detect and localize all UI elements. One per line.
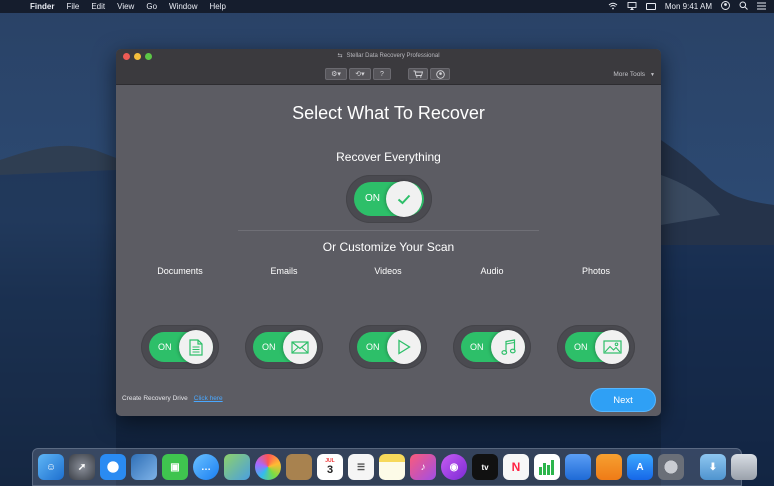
stellar-recovery-window: ⇆ Stellar Data Recovery Professional ⚙▾ ⟲…: [116, 49, 661, 416]
apple-tv-label: tv: [481, 462, 489, 472]
account-icon[interactable]: [430, 68, 450, 80]
category-label-audio: Audio: [480, 266, 504, 276]
next-button[interactable]: Next: [590, 388, 656, 412]
window-title-bar-label: ⇆ Stellar Data Recovery Professional: [116, 52, 661, 59]
menu-item-go[interactable]: Go: [146, 2, 157, 11]
section-divider: [238, 230, 539, 231]
photos-toggle-frame: ON: [557, 325, 635, 369]
image-icon: [595, 330, 629, 364]
safari-icon[interactable]: [100, 454, 126, 480]
menu-clock[interactable]: Mon 9:41 AM: [665, 2, 712, 11]
recover-everything-toggle[interactable]: ON: [354, 181, 424, 217]
back-arrow-icon[interactable]: ⇆: [337, 53, 342, 59]
podcasts-icon[interactable]: ◉: [441, 454, 467, 480]
toolbar-settings-group: ⚙▾ ⟲▾ ?: [325, 68, 391, 80]
toggle-on-label: ON: [365, 193, 380, 204]
menu-item-help[interactable]: Help: [209, 2, 225, 11]
airplay-icon[interactable]: [627, 1, 637, 12]
audio-toggle[interactable]: ON: [461, 330, 525, 364]
recover-everything-label: Recover Everything: [336, 150, 441, 164]
calendar-icon[interactable]: JUL 3: [317, 454, 343, 480]
recovery-drive-footer: Create Recovery Drive Click here: [122, 395, 223, 402]
dock: ☺ ➚ ▣ … JUL 3 ☰ ♪ ◉ tv N A ⬇: [32, 448, 757, 486]
videos-toggle-frame: ON: [349, 325, 427, 369]
spotlight-search-icon[interactable]: [739, 1, 748, 12]
messages-icon[interactable]: …: [193, 454, 219, 480]
photos-app-icon[interactable]: [255, 454, 281, 480]
trash-icon[interactable]: [731, 454, 757, 480]
finder-icon[interactable]: ☺: [38, 454, 64, 480]
history-button[interactable]: ⟲▾: [349, 68, 371, 80]
toggle-on-label: ON: [158, 342, 172, 352]
photos-toggle[interactable]: ON: [565, 330, 629, 364]
more-tools-caret-icon: ▼: [650, 72, 655, 78]
menu-extras: Mon 9:41 AM: [608, 1, 766, 12]
documents-toggle[interactable]: ON: [149, 330, 213, 364]
documents-toggle-frame: ON: [141, 325, 219, 369]
menu-bar: Finder File Edit View Go Window Help Mon…: [0, 0, 774, 13]
toggle-on-label: ON: [262, 342, 276, 352]
category-label-photos: Photos: [581, 266, 611, 276]
recover-everything-toggle-frame: ON: [346, 175, 432, 223]
envelope-icon: [283, 330, 317, 364]
photo-booth-icon[interactable]: [131, 454, 157, 480]
more-tools-menu[interactable]: More Tools ▼: [613, 71, 655, 78]
title-bar: ⇆ Stellar Data Recovery Professional ⚙▾ ⟲…: [116, 49, 661, 85]
notes-icon[interactable]: [379, 454, 405, 480]
click-here-link[interactable]: Click here: [194, 395, 223, 402]
music-icon[interactable]: ♪: [410, 454, 436, 480]
reminders-icon[interactable]: ☰: [348, 454, 374, 480]
pages-icon[interactable]: [596, 454, 622, 480]
system-preferences-icon[interactable]: [658, 454, 684, 480]
toggle-on-label: ON: [366, 342, 380, 352]
contacts-icon[interactable]: [286, 454, 312, 480]
calendar-day: 3: [326, 464, 334, 476]
user-account-icon[interactable]: [721, 1, 730, 12]
menu-item-view[interactable]: View: [117, 2, 134, 11]
checkmark-icon: [386, 181, 422, 217]
category-label-videos: Videos: [374, 266, 402, 276]
videos-toggle[interactable]: ON: [357, 330, 421, 364]
toggle-on-label: ON: [470, 342, 484, 352]
keynote-icon[interactable]: [565, 454, 591, 480]
notification-center-icon[interactable]: [757, 2, 766, 12]
toolbar-account-group: [408, 68, 450, 80]
toggle-on-label: ON: [574, 342, 588, 352]
battery-icon[interactable]: [645, 3, 656, 10]
apple-tv-icon[interactable]: tv: [472, 454, 498, 480]
launchpad-icon[interactable]: ➚: [69, 454, 95, 480]
menu-item-window[interactable]: Window: [169, 2, 197, 11]
emails-toggle[interactable]: ON: [253, 330, 317, 364]
menu-item-edit[interactable]: Edit: [91, 2, 105, 11]
news-icon[interactable]: N: [503, 454, 529, 480]
music-note-icon: [491, 330, 525, 364]
category-label-documents: Documents: [157, 266, 203, 276]
audio-toggle-frame: ON: [453, 325, 531, 369]
recovery-drive-label: Create Recovery Drive: [122, 395, 188, 402]
recover-selection-panel: Select What To Recover Recover Everythin…: [116, 86, 661, 416]
settings-gear-button[interactable]: ⚙▾: [325, 68, 347, 80]
more-tools-label: More Tools: [613, 71, 646, 78]
facetime-icon[interactable]: ▣: [162, 454, 188, 480]
window-title: Stellar Data Recovery Professional: [346, 53, 440, 59]
menu-item-file[interactable]: File: [66, 2, 79, 11]
wifi-icon[interactable]: [608, 2, 618, 12]
maps-icon[interactable]: [224, 454, 250, 480]
emails-toggle-frame: ON: [245, 325, 323, 369]
numbers-icon[interactable]: [534, 454, 560, 480]
category-label-emails: Emails: [270, 266, 298, 276]
help-button[interactable]: ?: [373, 68, 391, 80]
document-icon: [179, 330, 213, 364]
cart-icon[interactable]: [408, 68, 428, 80]
customize-scan-heading: Or Customize Your Scan: [322, 240, 455, 254]
page-title: Select What To Recover: [292, 103, 485, 123]
downloads-folder-icon[interactable]: ⬇: [700, 454, 726, 480]
app-store-icon[interactable]: A: [627, 454, 653, 480]
menu-app-name[interactable]: Finder: [30, 2, 54, 11]
play-icon: [387, 330, 421, 364]
